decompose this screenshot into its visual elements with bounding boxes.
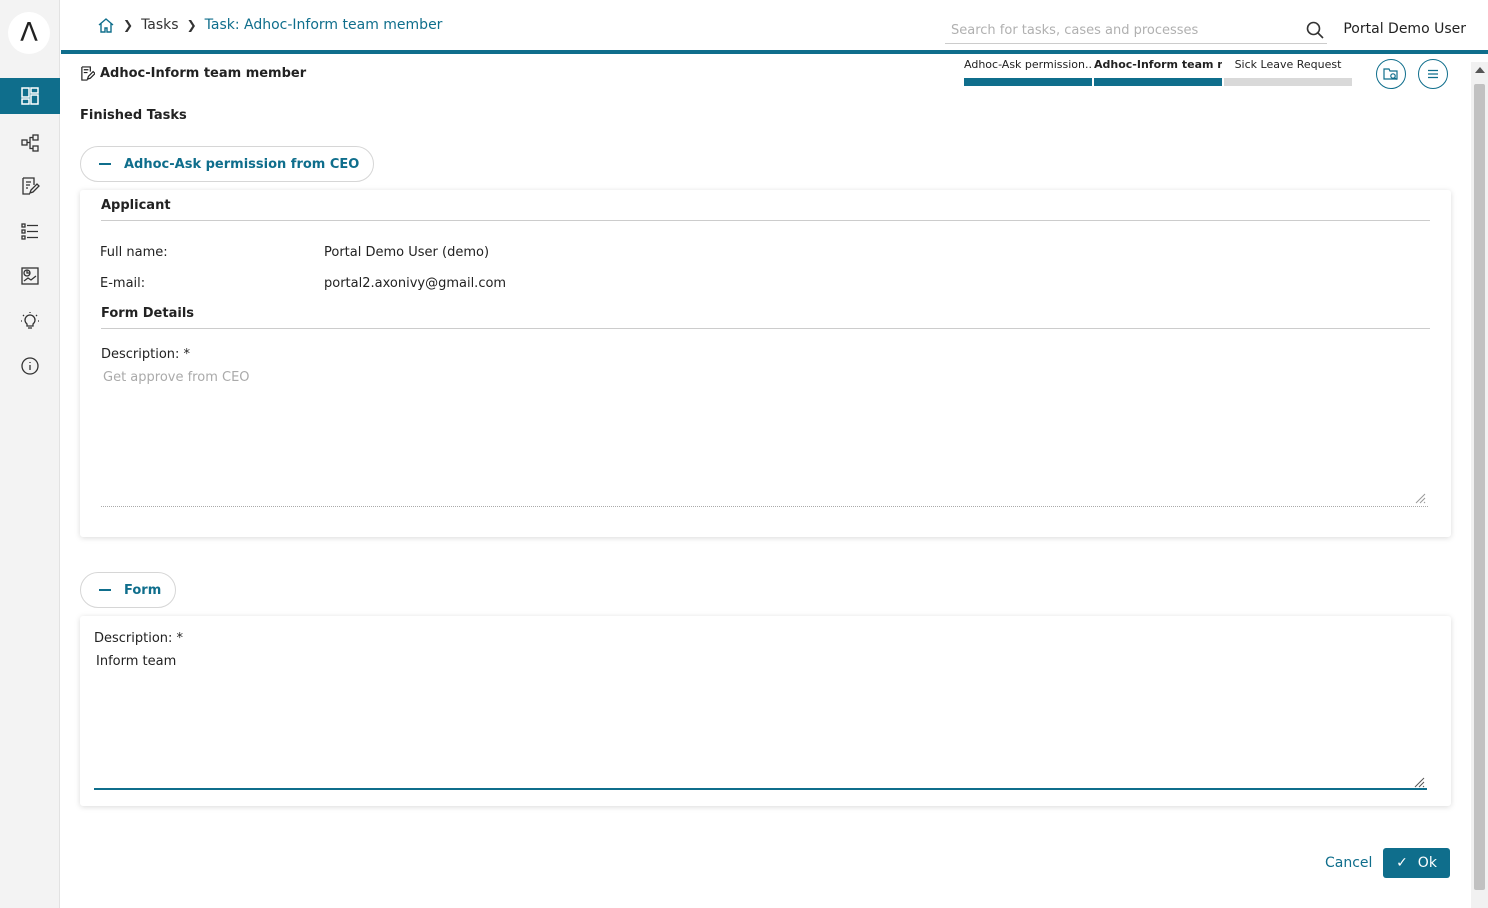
step-item: Adhoc-Inform team m... [1094,56,1222,86]
description-label: Description: * [94,631,184,646]
finished-tasks-heading: Finished Tasks [80,108,187,123]
breadcrumb-current: Task: Adhoc-Inform team member [204,17,443,33]
finished-description-field: Get approve from CEO [101,368,1428,507]
step-indicator: Adhoc-Ask permission... Adhoc-Inform tea… [964,56,1354,86]
description-textarea[interactable]: Inform team [94,652,1427,790]
tasks-icon [22,177,40,195]
finished-task-toggle[interactable]: Adhoc-Ask permission from CEO [80,146,375,182]
resize-grip-icon [1415,493,1426,504]
breadcrumb-tasks[interactable]: Tasks [141,17,179,33]
search-icon[interactable] [1305,20,1325,40]
cases-icon [21,223,38,240]
header: ❯ Tasks ❯ Task: Adhoc-Inform team member… [61,0,1488,50]
folder-search-icon [1383,68,1398,81]
search-input[interactable] [945,18,1285,42]
global-search [945,18,1327,44]
sidebar-item-dashboard[interactable] [0,78,60,114]
user-menu[interactable]: Portal Demo User [1343,21,1466,37]
sidebar-item-cases[interactable] [0,213,60,249]
finished-task-toggle-label: Adhoc-Ask permission from CEO [124,156,360,172]
step-label: Adhoc-Inform team m... [1094,58,1222,71]
home-icon [98,18,114,33]
sidebar-item-tasks[interactable] [0,168,60,204]
step-bar [964,78,1092,86]
logo[interactable]: Λ [8,12,50,54]
ok-button-label: Ok [1417,855,1437,871]
dashboard-icon [21,87,39,105]
fullname-label: Full name: [100,245,168,260]
statistics-icon [21,267,39,285]
breadcrumb: ❯ Tasks ❯ Task: Adhoc-Inform team member [97,16,442,34]
step-item: Sick Leave Request [1224,56,1352,86]
cancel-button[interactable]: Cancel [1325,855,1372,871]
form-details-heading: Form Details [101,306,1430,329]
step-item: Adhoc-Ask permission... [964,56,1092,86]
description-label: Description: * [101,347,191,362]
case-details-button[interactable] [1376,59,1406,89]
sidebar-item-info[interactable] [0,348,60,384]
email-value: portal2.axonivy@gmail.com [324,276,507,291]
chevron-right-icon: ❯ [186,18,197,32]
step-bar [1094,78,1222,86]
scrollbar-thumb[interactable] [1474,84,1485,890]
scroll-up-arrow-icon[interactable] [1475,67,1485,73]
header-divider [61,50,1488,54]
chevron-right-icon: ❯ [123,18,134,32]
finished-task-card: Applicant Full name: Portal Demo User (d… [80,190,1451,537]
step-bar [1224,78,1352,86]
form-card: Description: * Inform team [80,616,1451,806]
page-title: Adhoc-Inform team member [80,66,306,81]
task-edit-icon [81,66,95,81]
step-label: Sick Leave Request [1234,58,1342,71]
lightbulb-icon [21,312,39,329]
applicant-heading: Applicant [101,198,1430,221]
processes-icon [21,134,39,152]
minus-icon [99,163,111,165]
resize-grip-icon[interactable] [1413,776,1425,788]
sidebar-item-processes[interactable] [0,125,60,161]
fullname-value: Portal Demo User (demo) [324,245,490,260]
task-title-text: Adhoc-Inform team member [100,66,307,81]
sidebar-item-statistics[interactable] [0,258,60,294]
info-icon [21,357,39,375]
form-toggle[interactable]: Form [80,572,177,608]
menu-icon [1428,69,1438,79]
minus-icon [99,589,111,591]
form-toggle-label: Form [124,582,162,598]
sidebar-item-ideas[interactable] [0,303,60,339]
breadcrumb-home[interactable] [97,16,115,34]
menu-button[interactable] [1418,59,1448,89]
check-icon: ✓ [1396,855,1408,871]
scrollbar[interactable] [1471,62,1488,908]
step-label: Adhoc-Ask permission... [964,58,1092,71]
sidebar: Λ [0,0,60,908]
ok-button[interactable]: ✓ Ok [1383,848,1450,878]
email-label: E-mail: [100,276,146,291]
